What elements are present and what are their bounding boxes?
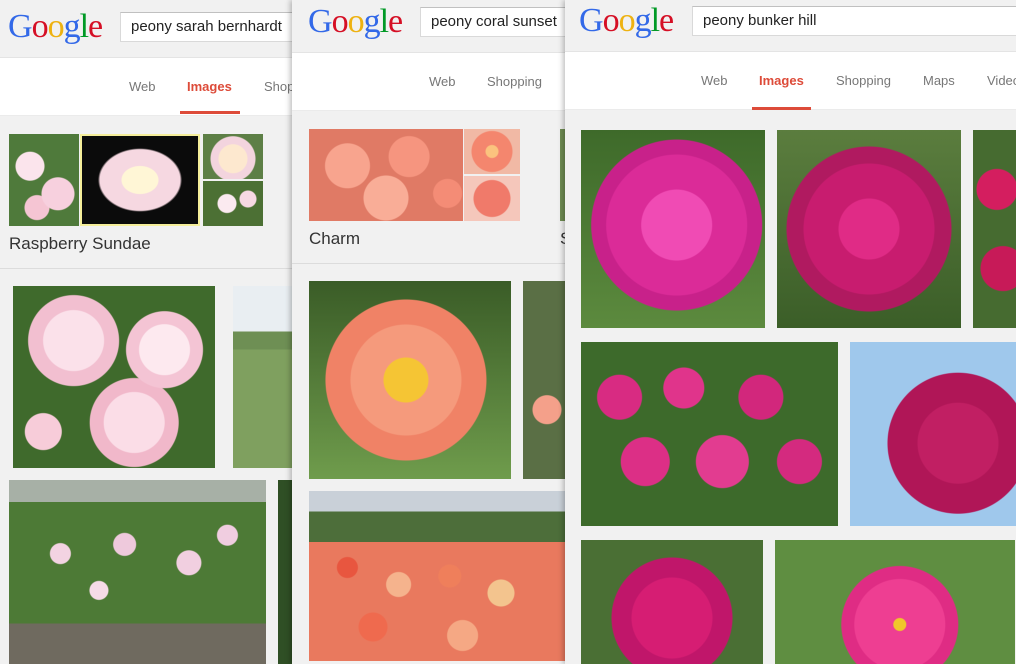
header-bar: Google peony sarah bernhardt	[0, 0, 300, 58]
carousel-thumbnail[interactable]	[464, 129, 520, 174]
search-tabs: Web Images Shop	[0, 58, 300, 116]
carousel-thumbnail[interactable]	[203, 134, 263, 179]
search-tabs: Web Shopping	[292, 53, 572, 111]
carousel-label[interactable]: Raspberry Sundae	[9, 234, 151, 254]
result-image[interactable]	[777, 130, 961, 328]
carousel-thumbnail[interactable]	[309, 129, 463, 221]
result-image[interactable]	[309, 281, 511, 479]
google-logo[interactable]: Google	[579, 2, 674, 40]
results-area: Charm S	[292, 111, 572, 664]
result-image[interactable]	[581, 342, 838, 526]
result-image[interactable]	[973, 130, 1016, 328]
tab-images[interactable]: Images	[759, 73, 804, 88]
tab-shopping[interactable]: Shop	[264, 79, 294, 94]
search-window-bunker-hill: Google peony bunker hill Web Images Shop…	[565, 0, 1016, 664]
tab-maps[interactable]: Maps	[923, 73, 955, 88]
tab-web[interactable]: Web	[429, 74, 456, 89]
header-bar: Google peony bunker hill	[565, 0, 1016, 52]
tab-web[interactable]: Web	[701, 73, 728, 88]
result-image[interactable]	[309, 491, 565, 661]
result-image[interactable]	[233, 286, 300, 468]
result-image[interactable]	[775, 540, 1015, 664]
result-image[interactable]	[9, 480, 266, 664]
carousel-thumbnail[interactable]	[80, 134, 200, 226]
tab-shopping[interactable]: Shopping	[836, 73, 891, 88]
search-input[interactable]: peony sarah bernhardt	[120, 12, 300, 42]
search-input[interactable]: peony bunker hill	[692, 6, 1016, 36]
carousel-label[interactable]: Charm	[309, 229, 360, 249]
tab-web[interactable]: Web	[129, 79, 156, 94]
search-tabs: Web Images Shopping Maps Video	[565, 52, 1016, 110]
results-area	[565, 110, 1016, 664]
search-window-sarah-bernhardt: Google peony sarah bernhardt Web Images …	[0, 0, 300, 664]
google-logo[interactable]: Google	[308, 3, 403, 41]
carousel-thumbnail[interactable]	[203, 181, 263, 226]
result-image[interactable]	[581, 130, 765, 328]
results-area: Raspberry Sundae	[0, 116, 300, 664]
result-image[interactable]	[13, 286, 215, 468]
result-image[interactable]	[581, 540, 763, 664]
header-bar: Google peony coral sunset	[292, 0, 572, 53]
carousel-thumbnail[interactable]	[464, 176, 520, 221]
tab-videos[interactable]: Video	[987, 73, 1016, 88]
divider	[292, 263, 572, 264]
tab-images[interactable]: Images	[187, 79, 232, 94]
google-logo[interactable]: Google	[8, 8, 103, 46]
carousel-thumbnail[interactable]	[9, 134, 79, 226]
result-image[interactable]	[850, 342, 1016, 526]
active-tab-indicator	[180, 111, 240, 114]
divider	[0, 268, 300, 269]
search-input[interactable]: peony coral sunset	[420, 7, 572, 37]
search-window-coral-sunset: Google peony coral sunset Web Shopping C…	[292, 0, 572, 664]
tab-shopping[interactable]: Shopping	[487, 74, 542, 89]
